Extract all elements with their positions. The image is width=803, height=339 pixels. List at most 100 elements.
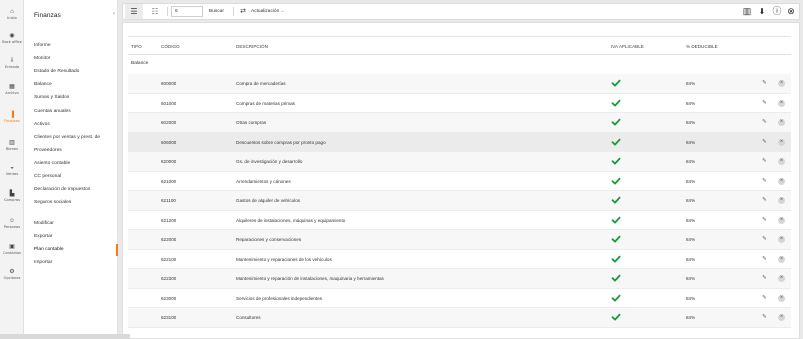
delete-icon[interactable]: × <box>778 138 785 146</box>
sidebar-item-proveedores[interactable]: Proveedores <box>34 145 118 157</box>
delete-icon[interactable]: × <box>778 275 785 282</box>
sidebar-item-monitor[interactable]: Monitor <box>34 53 118 65</box>
sidebar-item-clientes[interactable]: Clientes por ventas y prest. de <box>34 132 118 144</box>
rail-item-archivo[interactable]: ▦ Archivo <box>0 83 24 105</box>
edit-icon[interactable]: ✎ <box>761 119 768 126</box>
rail-item-opciones[interactable]: ⚙ Opciones <box>0 268 24 290</box>
cell-deducible: 84% <box>686 120 696 125</box>
column-header-tipo[interactable]: TIPO <box>131 37 142 56</box>
table-row[interactable]: 623100 Consultores 84% ✎ × <box>128 308 791 328</box>
delete-icon[interactable]: × <box>778 314 785 321</box>
column-header-descripcion[interactable]: DESCRIPCIÓN <box>236 37 268 56</box>
detail-view-icon[interactable]: ☷ <box>146 4 164 19</box>
edit-icon[interactable]: ✎ <box>761 197 768 204</box>
rail-item-backoffice[interactable]: ◉ Back office <box>0 32 24 54</box>
sidebar-item-activos[interactable]: Activos <box>34 119 118 131</box>
delete-icon[interactable]: × <box>778 158 785 165</box>
edit-icon[interactable]: ✎ <box>761 139 768 146</box>
cell-codigo: 622100 <box>161 256 177 262</box>
rail-label: Finanzas <box>4 119 20 123</box>
list-view-icon[interactable]: ☰ <box>125 4 143 19</box>
sidebar-item-balance[interactable]: Balance <box>34 79 118 91</box>
delete-icon[interactable]: × <box>778 294 785 302</box>
sidebar-item-sumas-y-saldos[interactable]: Sumas y Saldos <box>34 92 118 104</box>
table-row[interactable]: 622000 Reparaciones y conservaciones 84% ✎ × <box>128 230 791 250</box>
rail-item-entrada[interactable]: ⇩ Entrada <box>0 57 24 79</box>
sidebar-item-cc-personal[interactable]: CC personal <box>34 171 118 183</box>
sidebar-item-declaracion-impuestos[interactable]: Declaración de impuestos <box>34 184 118 196</box>
table-row[interactable]: 621100 Gastos de alquiler de vehículos 84%… <box>128 191 791 211</box>
table-row[interactable]: 622100 Mantenimiento y reparaciones de lo… <box>128 250 791 269</box>
sidebar-item-modificar[interactable]: Modificar <box>34 218 118 230</box>
horizontal-scrollbar[interactable] <box>0 334 130 339</box>
delete-icon[interactable]: × <box>778 197 785 204</box>
delete-icon[interactable]: × <box>778 236 785 243</box>
collapse-sidebar-icon[interactable]: ‹ <box>110 10 118 18</box>
delete-icon[interactable]: × <box>778 99 785 107</box>
close-icon[interactable]: ⊗ <box>785 4 797 19</box>
rail-item-inicio[interactable]: ⌂ Inicio <box>0 8 24 30</box>
table-row[interactable]: 600000 Compra de mercaderías 84% ✎ × <box>128 74 791 94</box>
options-icon: ⚙ <box>9 269 15 275</box>
edit-icon[interactable]: ✎ <box>761 217 768 224</box>
delete-icon[interactable]: × <box>778 255 785 263</box>
edit-icon[interactable]: ✎ <box>761 256 768 263</box>
check-icon <box>611 216 621 223</box>
cell-codigo: 602000 <box>161 120 177 125</box>
table-row[interactable]: 622300 Mantenimiento y reparación de inst… <box>128 269 791 289</box>
sidebar-item-importar[interactable]: Importar <box>34 257 118 269</box>
sidebar-item-estado-de-resultado[interactable]: Estado de Resultado <box>34 66 118 78</box>
search-input[interactable] <box>171 6 203 17</box>
cell-descripcion: Otras compras <box>236 120 267 125</box>
sidebar-item-cuentas-anuales[interactable]: Cuentas anuales <box>34 106 118 118</box>
search-button[interactable]: Buscar <box>209 4 224 19</box>
table-row[interactable]: 606000 Descuentos sobre compras por pront… <box>128 132 791 152</box>
edit-icon[interactable]: ✎ <box>761 314 768 321</box>
info-icon[interactable]: ⓘ <box>771 4 783 19</box>
table-row[interactable]: 621000 Arrendamientos y cánones 84% ✎ × <box>128 172 791 191</box>
edit-icon[interactable]: ✎ <box>761 158 768 165</box>
sidebar-item-exportar[interactable]: Exportar <box>34 231 118 243</box>
table-row[interactable]: 602000 Otras compras 84% ✎ × <box>128 113 791 133</box>
rail-item-finanzas[interactable]: ▐ Finanzas <box>0 111 24 133</box>
column-header-iva[interactable]: IVA APLICABLE <box>611 37 644 56</box>
edit-icon[interactable]: ✎ <box>761 178 768 185</box>
check-icon <box>611 79 621 87</box>
sidebar-item-asiento-contable[interactable]: Asiento contable <box>34 158 118 170</box>
group-header-balance: Balance <box>128 55 791 73</box>
delete-icon[interactable]: × <box>778 80 785 87</box>
edit-icon[interactable]: ✎ <box>761 100 768 107</box>
edit-icon[interactable]: ✎ <box>761 80 768 87</box>
delete-icon[interactable]: × <box>778 177 785 185</box>
cell-codigo: 601000 <box>161 100 177 106</box>
delete-icon[interactable]: × <box>778 216 785 224</box>
rail-item-personas[interactable]: ☺ Personas <box>0 217 24 239</box>
edit-icon[interactable]: ✎ <box>761 275 768 282</box>
column-header-deducible[interactable]: % DEDUCIBLE <box>686 37 718 56</box>
people-icon: ☺ <box>8 218 16 224</box>
rail-item-compras[interactable]: ▙ Compras <box>0 190 24 212</box>
download-icon[interactable]: ⬇ <box>756 4 768 19</box>
rail-item-contactos[interactable]: ▣ Contactos <box>0 243 24 265</box>
edit-icon[interactable]: ✎ <box>761 295 768 302</box>
refresh-button[interactable]: Actualización ... <box>251 4 285 19</box>
barcode-icon[interactable]: ▥ <box>741 4 753 19</box>
cell-descripcion: Compra de mercaderías <box>236 81 286 86</box>
table-row[interactable]: 623000 Servicios de profesionales indepen… <box>128 289 791 308</box>
cell-deducible: 84% <box>686 256 696 262</box>
sidebar-item-informe[interactable]: Informe <box>34 40 118 52</box>
table-row[interactable]: 621200 Alquileres de instalaciones, máqui… <box>128 211 791 230</box>
refresh-icon[interactable]: ⇄ <box>238 4 248 19</box>
cell-codigo: 623100 <box>161 315 177 320</box>
cell-deducible: 84% <box>686 315 696 320</box>
edit-icon[interactable]: ✎ <box>761 236 768 243</box>
sidebar-item-seguros-sociales[interactable]: Seguros sociales <box>34 197 118 209</box>
table-row[interactable]: 620000 Gs. de investigación y desarrollo 8… <box>128 152 791 172</box>
column-header-codigo[interactable]: CÓDIGO <box>161 37 180 56</box>
rail-item-bienes[interactable]: ▥ Bienes <box>0 139 24 161</box>
table-row[interactable]: 601000 Compras de materias primas 84% ✎ × <box>128 94 791 113</box>
check-icon <box>611 138 621 145</box>
rail-item-ventas[interactable]: ◒ Ventas <box>0 164 24 186</box>
delete-icon[interactable]: × <box>778 119 785 126</box>
sidebar-item-plan-contable[interactable]: Plan contable <box>34 244 118 256</box>
